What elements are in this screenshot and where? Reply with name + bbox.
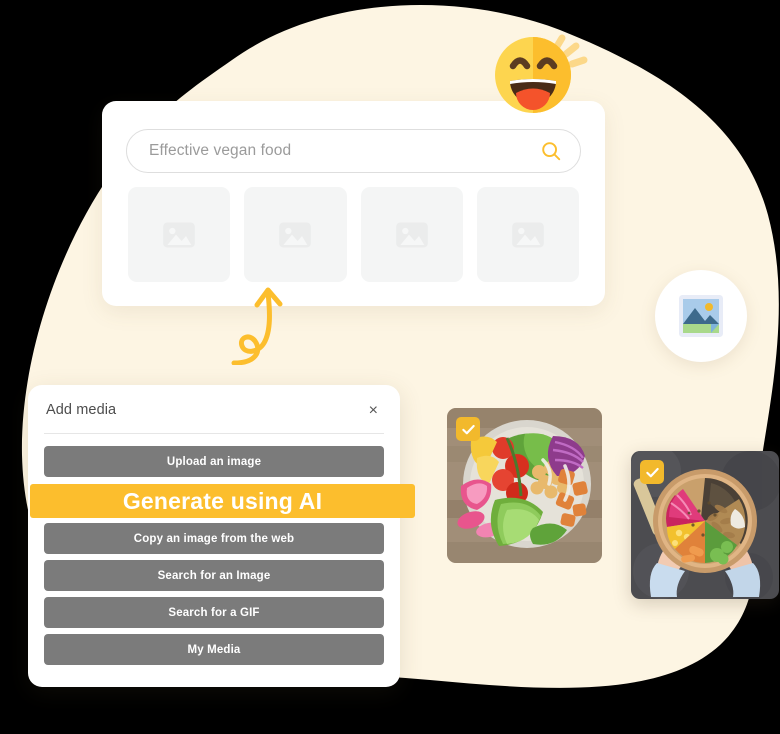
image-placeholder-icon [163,222,195,247]
image-placeholder-icon [279,222,312,247]
photo-selected-checkbox[interactable] [640,460,664,484]
search-for-a-gif-button[interactable]: Search for a GIF [44,597,384,628]
image-placeholder-icon [395,222,428,247]
picture-icon [679,295,723,337]
search-for-an-image-button[interactable]: Search for an Image [44,560,384,591]
curly-up-arrow-icon [231,287,283,365]
screenshot-stage: Effective vegan food Add media × Upload … [0,0,780,734]
panel-header: Add media × [28,385,400,420]
image-placeholder-tile[interactable] [360,187,463,282]
picture-icon-badge [655,270,747,362]
emoji-art [495,34,588,113]
grinning-face-with-smiling-eyes-emoji [486,18,596,128]
image-placeholder-icon [512,222,544,247]
my-media-button[interactable]: My Media [44,634,384,665]
generate-using-ai-button[interactable]: Generate using AI [30,484,415,518]
image-placeholder-tile[interactable] [128,187,231,282]
hands-holding-grain-bowl-photo[interactable] [631,451,779,599]
thumbnail-grid [128,187,579,282]
close-icon[interactable]: × [367,402,380,420]
add-media-panel: Add media × Upload an image Generate usi… [28,385,415,687]
search-input-wrapper[interactable]: Effective vegan food [126,129,581,173]
media-option-list: Upload an image Generate using AI Copy a… [28,434,415,665]
search-icon[interactable] [540,140,562,162]
image-placeholder-tile[interactable] [476,187,579,282]
photo-selected-checkbox[interactable] [456,417,480,441]
upload-an-image-button[interactable]: Upload an image [44,446,384,477]
copy-image-from-web-button[interactable]: Copy an image from the web [44,523,384,554]
image-search-card: Effective vegan food [102,101,605,306]
check-icon [461,424,475,434]
image-placeholder-tile[interactable] [244,187,347,282]
panel-title: Add media [46,402,117,418]
vegan-buddha-bowl-photo[interactable] [447,408,602,563]
search-input[interactable]: Effective vegan food [149,142,540,160]
check-icon [645,467,659,477]
